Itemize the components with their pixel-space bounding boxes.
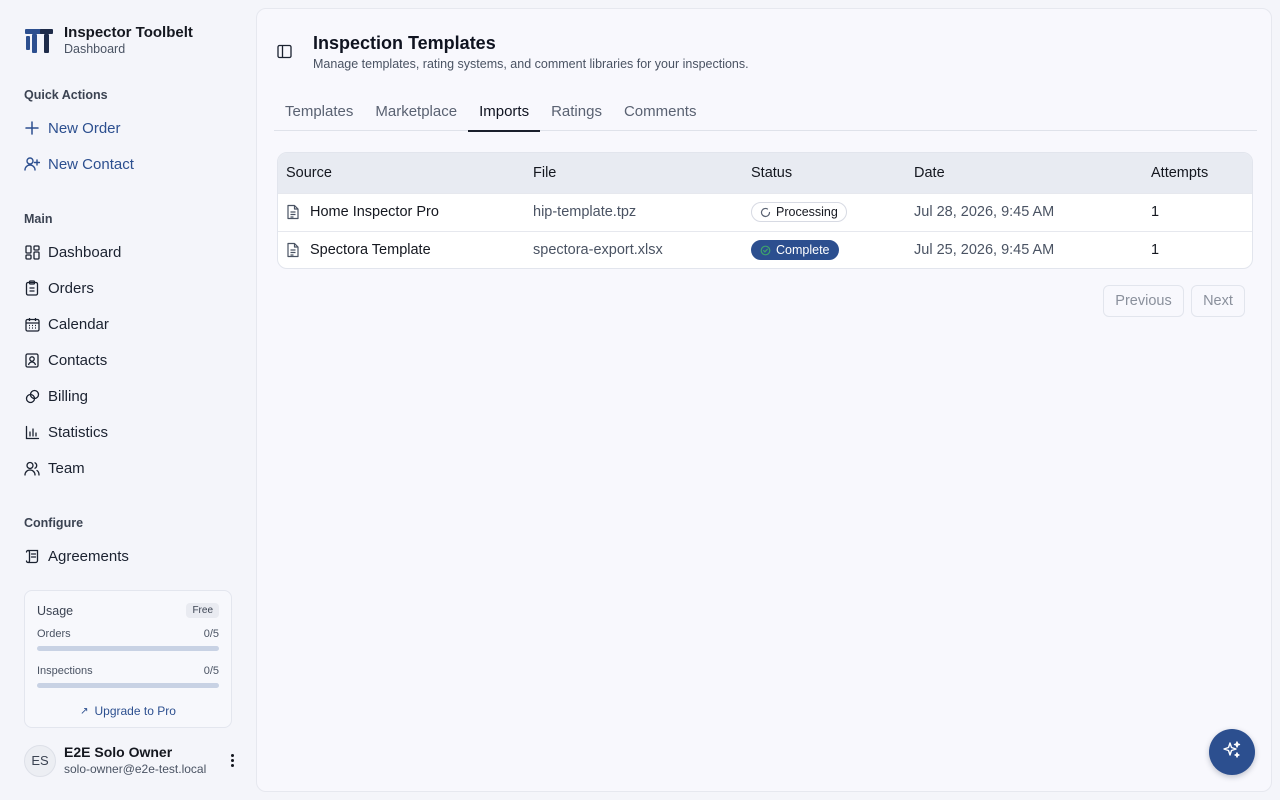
column-header-file: File (525, 153, 743, 193)
sidebar-item-contacts[interactable]: Contacts (24, 349, 107, 371)
sidebar-item-label: Contacts (48, 351, 108, 369)
import-date: Jul 28, 2026, 9:45 AM (906, 192, 1143, 231)
quick-actions-label: Quick Actions (24, 88, 108, 102)
scroll-icon (24, 548, 40, 564)
new-contact-label: New Contact (48, 155, 134, 173)
dashboard-grid-icon (24, 244, 40, 260)
sidebar-item-calendar[interactable]: Calendar (24, 313, 109, 335)
user-plus-icon (24, 156, 40, 172)
sidebar-item-label: Dashboard (48, 243, 122, 261)
brand-subtitle: Dashboard (64, 42, 126, 56)
more-vertical-icon[interactable] (224, 754, 240, 767)
user-name: E2E Solo Owner (64, 744, 173, 760)
sidebar-item-label: Orders (48, 279, 94, 297)
toolbelt-logo-icon (25, 28, 53, 53)
attempts-count: 1 (1143, 192, 1252, 231)
new-order-label: New Order (48, 119, 121, 137)
orders-usage-bar (37, 646, 219, 651)
table-header-row: Source File Status Date Attempts (278, 153, 1252, 193)
tab-imports[interactable]: Imports (468, 97, 541, 132)
configure-section-label: Configure (24, 516, 84, 530)
file-text-icon (286, 204, 300, 220)
upgrade-to-pro-link[interactable]: ↗ Upgrade to Pro (37, 704, 219, 718)
sidebar-item-statistics[interactable]: Statistics (24, 421, 108, 443)
avatar: ES (24, 744, 56, 777)
file-text-icon (286, 242, 300, 258)
sidebar: Inspector Toolbelt Dashboard Quick Actio… (0, 0, 256, 800)
sidebar-item-label: Agreements (48, 547, 129, 565)
imports-table: Source File Status Date Attempts Home In… (277, 152, 1253, 269)
orders-usage-label: Orders (37, 628, 71, 640)
brand[interactable]: Inspector Toolbelt Dashboard (24, 24, 193, 57)
sidebar-item-billing[interactable]: Billing (24, 385, 88, 407)
coins-icon (24, 388, 40, 404)
plan-badge: Free (186, 603, 219, 618)
attempts-count: 1 (1143, 230, 1252, 268)
status-label: Processing (776, 205, 838, 219)
column-header-status: Status (743, 153, 906, 193)
usage-card: Usage Free Orders 0/5 Inspections 0/5 ↗ … (24, 590, 232, 728)
previous-page-button[interactable]: Previous (1103, 285, 1184, 317)
source-name: Spectora Template (310, 242, 431, 259)
sidebar-item-orders[interactable]: Orders (24, 277, 94, 299)
file-name: spectora-export.xlsx (525, 230, 743, 268)
sparkles-icon (1222, 740, 1242, 765)
calendar-icon (24, 316, 40, 332)
user-menu[interactable]: ES E2E Solo Owner solo-owner@e2e-test.lo… (24, 744, 240, 777)
next-page-button[interactable]: Next (1191, 285, 1245, 317)
sidebar-item-label: Statistics (48, 423, 109, 441)
tab-templates[interactable]: Templates (274, 97, 364, 131)
page-title: Inspection Templates (313, 33, 496, 53)
main-panel: Inspection Templates Manage templates, r… (256, 8, 1272, 792)
users-icon (24, 460, 40, 476)
file-name: hip-template.tpz (525, 192, 743, 231)
sidebar-item-label: Billing (48, 387, 89, 405)
tab-comments[interactable]: Comments (613, 97, 708, 131)
sidebar-toggle-icon[interactable] (277, 44, 292, 64)
inspections-usage-bar (37, 683, 219, 688)
upgrade-label: Upgrade to Pro (94, 704, 176, 718)
sidebar-item-dashboard[interactable]: Dashboard (24, 241, 121, 263)
main-section-label: Main (24, 212, 53, 226)
sidebar-item-agreements[interactable]: Agreements (24, 545, 129, 567)
status-badge: Processing (751, 202, 847, 222)
table-row[interactable]: Spectora Template spectora-export.xlsx C… (278, 230, 1252, 268)
user-email: solo-owner@e2e-test.local (64, 762, 207, 776)
status-label: Complete (776, 243, 830, 258)
loader-icon (760, 207, 771, 218)
ai-assistant-button[interactable] (1209, 729, 1255, 775)
tab-marketplace[interactable]: Marketplace (364, 97, 468, 131)
sidebar-item-label: Calendar (48, 315, 109, 333)
import-date: Jul 25, 2026, 9:45 AM (906, 230, 1143, 268)
column-header-date: Date (906, 153, 1143, 193)
new-contact-button[interactable]: New Contact (24, 153, 134, 175)
inspections-usage-label: Inspections (37, 665, 93, 677)
bar-chart-icon (24, 424, 40, 440)
brand-title: Inspector Toolbelt (64, 24, 193, 41)
source-name: Home Inspector Pro (310, 204, 439, 220)
arrow-up-right-icon: ↗ (80, 705, 89, 717)
tab-ratings[interactable]: Ratings (540, 97, 613, 131)
orders-usage-value: 0/5 (203, 628, 219, 640)
contact-card-icon (24, 352, 40, 368)
tab-bar: Templates Marketplace Imports Ratings Co… (274, 97, 1257, 132)
check-circle-icon (760, 245, 771, 256)
inspections-usage-value: 0/5 (203, 665, 219, 677)
table-row[interactable]: Home Inspector Pro hip-template.tpz Proc… (278, 192, 1252, 231)
usage-title: Usage (37, 603, 74, 618)
page-description: Manage templates, rating systems, and co… (313, 57, 749, 71)
status-badge: Complete (751, 240, 839, 261)
column-header-attempts: Attempts (1143, 153, 1252, 193)
sidebar-item-team[interactable]: Team (24, 457, 85, 479)
sidebar-item-label: Team (48, 459, 85, 477)
column-header-source: Source (278, 153, 525, 193)
new-order-button[interactable]: New Order (24, 117, 121, 139)
clipboard-icon (24, 280, 40, 296)
plus-icon (24, 120, 40, 136)
